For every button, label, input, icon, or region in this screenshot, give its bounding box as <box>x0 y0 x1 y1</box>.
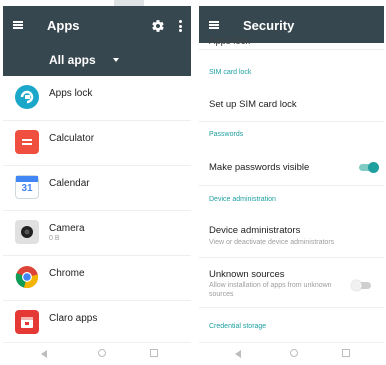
app-list: Apps lock Calculator 31 Calendar Camera … <box>3 76 191 345</box>
list-item[interactable]: Claro apps <box>3 301 191 345</box>
app-name: Claro apps <box>49 313 98 324</box>
app-name: Camera <box>49 223 85 234</box>
calculator-icon <box>15 130 39 154</box>
claro-apps-icon <box>15 310 39 334</box>
home-icon[interactable] <box>98 349 106 357</box>
unknown-sources-summary: Allow installation of apps from unknown … <box>209 282 332 298</box>
divider <box>199 257 384 258</box>
list-item[interactable]: Apps lock <box>3 76 191 121</box>
page-title: Apps <box>47 18 80 33</box>
sim-lock-item[interactable]: Set up SIM card lock <box>209 99 297 110</box>
app-name: Calendar <box>49 178 90 189</box>
filter-dropdown[interactable]: All apps <box>49 53 96 67</box>
device-administrators-summary: View or deactivate device administrators <box>209 239 335 246</box>
security-screen: Security Apps lock SIM card lock Set up … <box>199 0 384 365</box>
divider <box>199 49 384 50</box>
gear-icon[interactable] <box>151 19 165 33</box>
recents-icon[interactable] <box>342 349 350 357</box>
divider <box>199 121 384 122</box>
apps-toolbar: Apps <box>3 6 191 43</box>
section-header-sim: SIM card lock <box>209 69 252 76</box>
recents-icon[interactable] <box>150 349 158 357</box>
apps-screen: Apps All apps Apps lock Calculator 31 Ca… <box>3 0 191 365</box>
list-item[interactable]: Camera 0 B <box>3 211 191 256</box>
section-header-device-admin: Device administration <box>209 196 276 203</box>
app-name: Apps lock <box>49 88 93 99</box>
list-item[interactable]: 31 Calendar <box>3 166 191 211</box>
unknown-sources-title[interactable]: Unknown sources <box>209 269 285 280</box>
apps-lock-item[interactable]: Apps lock <box>209 36 250 47</box>
divider <box>199 185 384 186</box>
camera-icon <box>15 220 39 244</box>
app-name: Chrome <box>49 268 85 279</box>
overflow-menu-icon[interactable] <box>179 20 182 32</box>
back-icon[interactable] <box>41 350 47 358</box>
make-passwords-visible-item[interactable]: Make passwords visible <box>209 162 309 173</box>
system-nav-bar <box>199 342 384 365</box>
list-item[interactable]: Chrome <box>3 256 191 301</box>
section-header-credential-storage: Credential storage <box>209 323 267 330</box>
chevron-down-icon[interactable] <box>113 58 119 62</box>
calendar-icon: 31 <box>15 175 39 199</box>
page-title: Security <box>243 18 295 33</box>
menu-icon[interactable] <box>209 21 219 29</box>
app-filter-bar: All apps <box>3 43 191 76</box>
apps-lock-icon <box>15 85 39 109</box>
app-name: Calculator <box>49 133 95 144</box>
device-administrators-title[interactable]: Device administrators <box>209 225 300 236</box>
home-icon[interactable] <box>290 349 298 357</box>
calendar-date: 31 <box>21 183 33 194</box>
back-icon[interactable] <box>235 350 241 358</box>
chrome-icon <box>15 265 39 289</box>
section-header-passwords: Passwords <box>209 131 244 138</box>
passwords-visible-toggle[interactable] <box>357 161 379 173</box>
app-size: 0 B <box>49 235 60 242</box>
divider <box>199 307 384 308</box>
menu-icon[interactable] <box>13 21 23 29</box>
system-nav-bar <box>3 342 191 365</box>
list-item[interactable]: Calculator <box>3 121 191 166</box>
unknown-sources-toggle[interactable] <box>351 279 373 291</box>
